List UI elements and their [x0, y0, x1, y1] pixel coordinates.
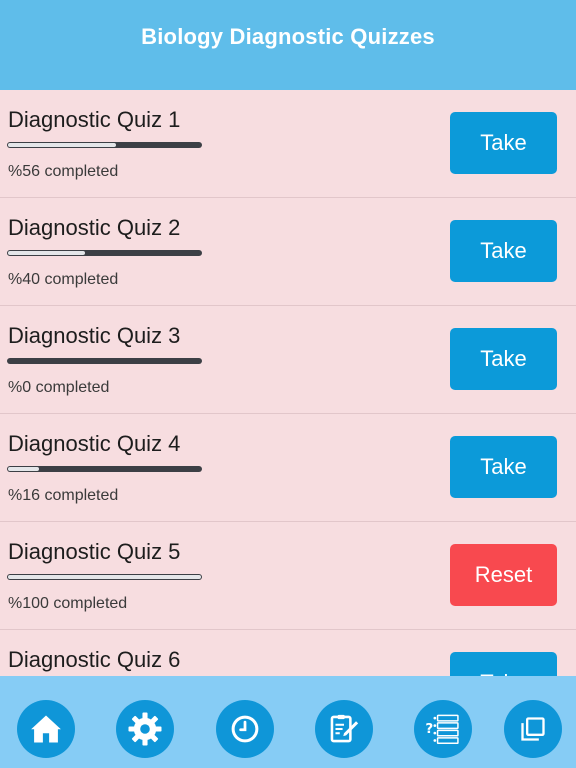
tab-settings[interactable]	[116, 700, 174, 758]
tab-quizzes[interactable]: ?	[414, 700, 472, 758]
tab-history[interactable]	[216, 700, 274, 758]
quiz-row: Diagnostic Quiz 3 %0 completed Take	[0, 306, 576, 414]
take-quiz-button[interactable]: Take	[450, 220, 557, 282]
take-quiz-button[interactable]: Take	[450, 652, 557, 676]
quiz-progress-bar	[7, 142, 202, 148]
tab-home[interactable]	[17, 700, 75, 758]
home-icon	[31, 715, 61, 743]
copy-icon	[521, 717, 545, 741]
quiz-title: Diagnostic Quiz 4	[8, 431, 181, 456]
tab-notes[interactable]	[315, 700, 373, 758]
take-quiz-button[interactable]: Take	[450, 328, 557, 390]
take-quiz-button[interactable]: Take	[450, 112, 557, 174]
quiz-list-icon: ?	[425, 714, 459, 744]
tab-bar: ?	[0, 676, 576, 768]
quiz-row: Diagnostic Quiz 4 %16 completed Take	[0, 414, 576, 522]
quiz-progress-fill	[8, 575, 201, 579]
quiz-row: Diagnostic Quiz 6 Take	[0, 630, 576, 676]
quiz-title: Diagnostic Quiz 3	[8, 323, 181, 348]
header: Biology Diagnostic Quizzes	[0, 0, 576, 90]
quiz-status: %16 completed	[8, 487, 119, 504]
quiz-progress-bar	[7, 574, 202, 580]
edit-note-icon	[330, 714, 359, 743]
reset-quiz-button[interactable]: Reset	[450, 544, 557, 606]
quiz-progress-bar	[7, 466, 202, 472]
quiz-status: %40 completed	[8, 271, 119, 288]
quiz-progress-fill	[8, 467, 39, 471]
take-quiz-button[interactable]: Take	[450, 436, 557, 498]
clock-icon	[231, 715, 259, 743]
quiz-row: Diagnostic Quiz 5 %100 completed Reset	[0, 522, 576, 630]
quiz-title: Diagnostic Quiz 5	[8, 539, 181, 564]
quiz-progress-bar	[7, 358, 202, 364]
page-title: Biology Diagnostic Quizzes	[141, 24, 435, 49]
quiz-title: Diagnostic Quiz 1	[8, 107, 181, 132]
quiz-row: Diagnostic Quiz 1 %56 completed Take	[0, 90, 576, 198]
quiz-list[interactable]: Diagnostic Quiz 1 %56 completed Take Dia…	[0, 90, 576, 676]
quiz-progress-fill	[8, 143, 117, 147]
quiz-title: Diagnostic Quiz 2	[8, 215, 181, 240]
gear-icon	[128, 712, 162, 746]
quiz-status: %0 completed	[8, 379, 110, 396]
quiz-progress-bar	[7, 250, 202, 256]
svg-text:?: ?	[425, 721, 433, 737]
quiz-title: Diagnostic Quiz 6	[8, 647, 181, 672]
tab-copy[interactable]	[504, 700, 562, 758]
quiz-row: Diagnostic Quiz 2 %40 completed Take	[0, 198, 576, 306]
quiz-status: %100 completed	[8, 595, 128, 612]
quiz-status: %56 completed	[8, 163, 119, 180]
quiz-progress-fill	[8, 251, 86, 255]
